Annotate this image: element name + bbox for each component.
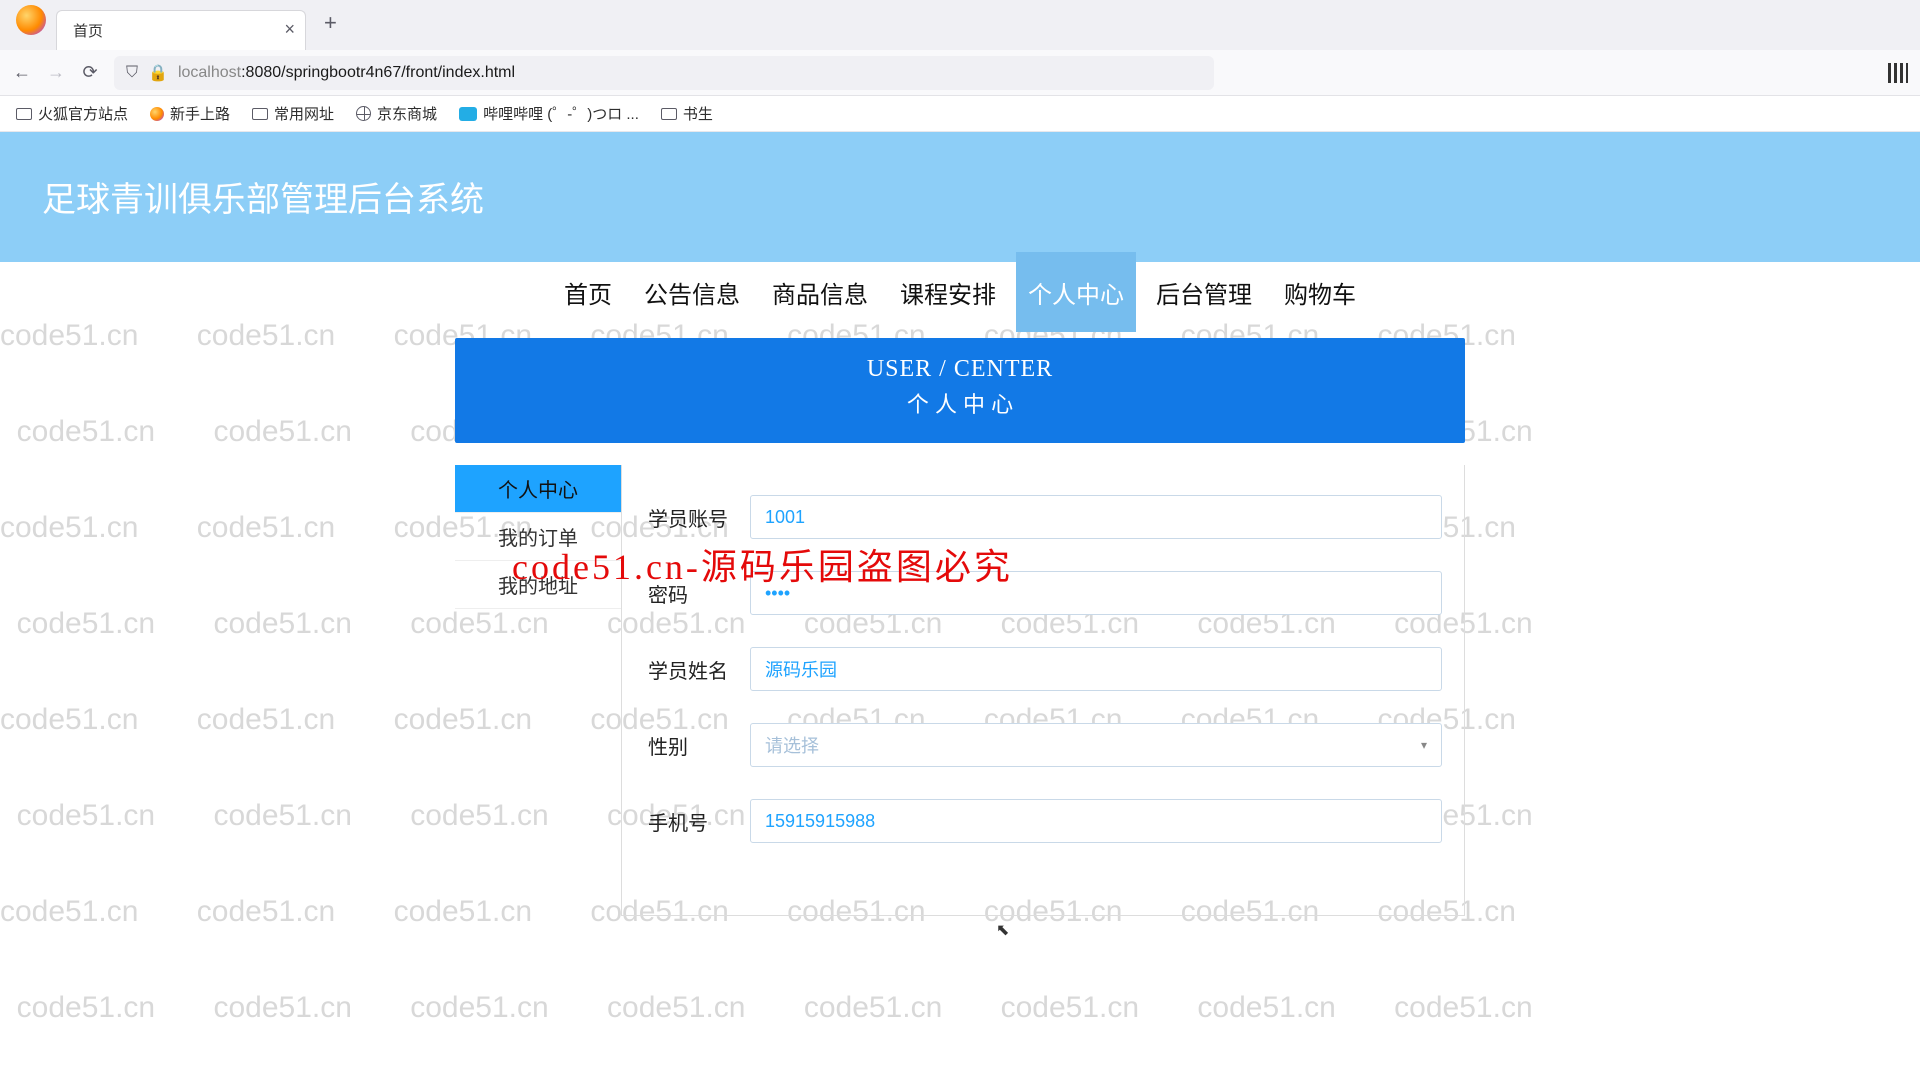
bookmark-label: 京东商城 <box>377 103 437 124</box>
input-name[interactable] <box>750 647 1442 691</box>
url-path: :8080/springbootr4n67/front/index.html <box>241 64 515 81</box>
input-account[interactable] <box>750 495 1442 539</box>
bookmark-label: 火狐官方站点 <box>38 103 128 124</box>
bookmark-item[interactable]: 京东商城 <box>356 103 437 124</box>
banner-en: USER / CENTER <box>455 356 1465 383</box>
nav-home[interactable]: 首页 <box>552 252 624 332</box>
banner-cn: 个 人 中 心 <box>455 387 1465 419</box>
main-nav: 首页 公告信息 商品信息 课程安排 个人中心 后台管理 购物车 <box>0 252 1920 332</box>
label-account: 学员账号 <box>640 503 750 532</box>
cursor-icon: ⬉ <box>996 920 1009 940</box>
firefox-icon <box>150 107 164 121</box>
nav-admin[interactable]: 后台管理 <box>1144 252 1264 332</box>
folder-icon <box>661 108 677 120</box>
nav-course[interactable]: 课程安排 <box>888 252 1008 332</box>
bookmarks-bar: 火狐官方站点 新手上路 常用网址 京东商城 哔哩哔哩 (゜-゜)つロ ... 书… <box>0 96 1920 132</box>
label-phone: 手机号 <box>640 807 750 836</box>
bilibili-icon <box>459 107 477 121</box>
folder-icon <box>252 108 268 120</box>
label-gender: 性别 <box>640 731 750 760</box>
browser-tabbar: 首页 × + <box>0 0 1920 50</box>
lock-icon: 🔒 <box>148 63 168 83</box>
watermark-overlay-text: code51.cn-源码乐园盗图必究 <box>512 538 1013 590</box>
reload-button[interactable]: ⟳ <box>80 63 100 83</box>
sidebar: 个人中心 我的订单 我的地址 <box>455 465 621 916</box>
folder-icon <box>16 108 32 120</box>
site-title: 足球青训俱乐部管理后台系统 <box>42 172 1920 221</box>
sidebar-item-usercenter[interactable]: 个人中心 <box>455 465 621 513</box>
url-host: localhost <box>178 64 241 81</box>
globe-icon <box>356 106 371 121</box>
bookmark-label: 新手上路 <box>170 103 230 124</box>
bookmark-item[interactable]: 哔哩哔哩 (゜-゜)つロ ... <box>459 103 639 124</box>
select-gender[interactable]: 请选择 ▾ <box>750 723 1442 767</box>
url-bar[interactable]: ⛉ 🔒 localhost:8080/springbootr4n67/front… <box>114 56 1214 90</box>
bookmark-label: 书生 <box>683 103 713 124</box>
browser-tab[interactable]: 首页 × <box>56 10 306 50</box>
input-phone[interactable] <box>750 799 1442 843</box>
section-banner: USER / CENTER 个 人 中 心 <box>455 338 1465 443</box>
qr-icon[interactable] <box>1888 63 1908 83</box>
form-panel: 学员账号 密码 学员姓名 性别 请选择 ▾ <box>621 465 1465 916</box>
bookmark-label: 哔哩哔哩 (゜-゜)つロ ... <box>483 103 639 124</box>
bookmark-item[interactable]: 书生 <box>661 103 713 124</box>
tab-title: 首页 <box>73 20 103 41</box>
chevron-down-icon: ▾ <box>1421 738 1427 752</box>
browser-navbar: ← → ⟳ ⛉ 🔒 localhost:8080/springbootr4n67… <box>0 50 1920 96</box>
bookmark-item[interactable]: 常用网址 <box>252 103 334 124</box>
select-placeholder: 请选择 <box>765 732 819 758</box>
back-button[interactable]: ← <box>12 63 32 83</box>
close-icon[interactable]: × <box>284 19 295 40</box>
nav-goods[interactable]: 商品信息 <box>760 252 880 332</box>
nav-usercenter[interactable]: 个人中心 <box>1016 252 1136 332</box>
new-tab-button[interactable]: + <box>324 10 337 36</box>
nav-notice[interactable]: 公告信息 <box>632 252 752 332</box>
label-name: 学员姓名 <box>640 655 750 684</box>
firefox-logo-icon <box>16 5 46 35</box>
nav-cart[interactable]: 购物车 <box>1272 252 1368 332</box>
bookmark-item[interactable]: 新手上路 <box>150 103 230 124</box>
forward-button[interactable]: → <box>46 63 66 83</box>
bookmark-label: 常用网址 <box>274 103 334 124</box>
shield-icon: ⛉ <box>126 64 138 82</box>
bookmark-item[interactable]: 火狐官方站点 <box>16 103 128 124</box>
page-header: 足球青训俱乐部管理后台系统 <box>0 132 1920 252</box>
